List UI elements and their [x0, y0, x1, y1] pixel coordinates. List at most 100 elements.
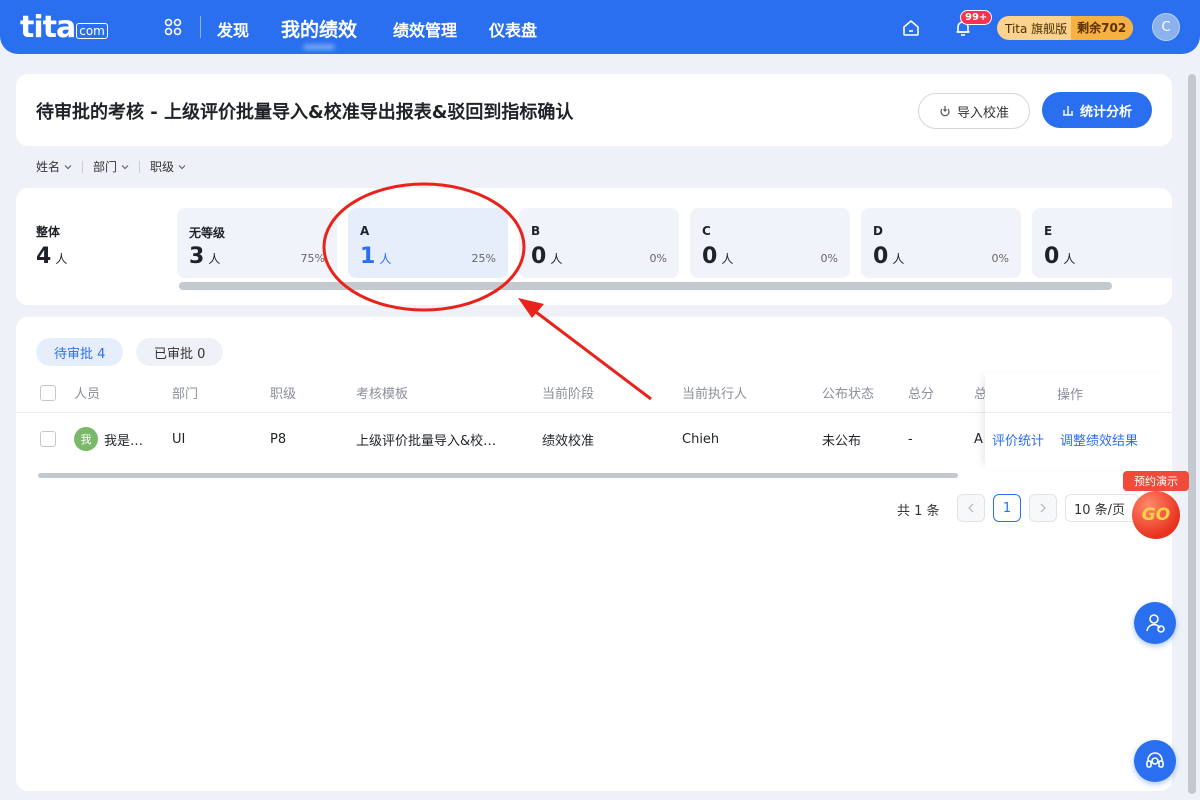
filter-divider: [139, 160, 141, 173]
cell-total-score: -: [908, 431, 913, 447]
grade-overall-label: 整体: [36, 225, 61, 239]
apps-grid-icon[interactable]: [164, 18, 182, 36]
grade-label: E: [1044, 224, 1053, 238]
plan-badge[interactable]: Tita 旗舰版 剩余702天: [997, 16, 1133, 40]
column-header-person: 人员: [74, 387, 101, 402]
cell-stage: 绩效校准: [542, 433, 595, 449]
grade-unit: 人: [379, 252, 392, 266]
grade-unit: 人: [1063, 252, 1076, 266]
logo-main: tita: [20, 10, 76, 45]
import-calibration-button[interactable]: 导入校准: [918, 93, 1030, 129]
grade-count: 0: [1044, 244, 1060, 269]
select-all-checkbox[interactable]: [40, 384, 56, 401]
grade-label: B: [531, 224, 541, 238]
filter-name-label: 姓名: [36, 160, 61, 174]
person-name: 我是…: [104, 433, 144, 449]
nav-performance-management[interactable]: 绩效管理: [393, 17, 457, 41]
column-header-actions: 操作: [1057, 387, 1084, 403]
customer-service-button[interactable]: [1134, 740, 1176, 782]
chevron-down-icon: [178, 164, 186, 169]
pagination-total: 共 1 条: [897, 504, 940, 519]
grade-box-d[interactable]: D 0人 0%: [861, 208, 1021, 278]
grade-horizontal-scrollbar[interactable]: [179, 282, 1112, 290]
page-scrollbar[interactable]: [1188, 74, 1196, 794]
grade-percent: 0%: [649, 252, 667, 265]
adjust-result-link[interactable]: 调整绩效结果: [1060, 430, 1138, 449]
cell-person: 我 我是…: [74, 413, 143, 465]
grade-percent: 0%: [991, 252, 1009, 265]
cell-total-grade: A: [974, 431, 983, 447]
grade-unit: 人: [550, 252, 563, 266]
grade-distribution-card: 整体 4人 无等级 3人 75% A 1人 25% B 0人 0% C 0人 0…: [16, 188, 1172, 305]
grade-overall-count: 4: [36, 244, 52, 269]
user-avatar[interactable]: C: [1152, 13, 1180, 41]
grade-overall[interactable]: 整体 4人: [36, 223, 67, 269]
filter-department[interactable]: 部门: [93, 158, 129, 175]
grade-count: 0: [531, 244, 547, 269]
top-navigation-bar: tita com 发现 我的绩效 绩效管理 仪表盘 99+ Tita 旗舰版 剩…: [0, 0, 1200, 54]
nav-divider: [200, 16, 201, 38]
grade-count: 0: [873, 244, 889, 269]
cell-level: P8: [270, 431, 287, 447]
plan-remaining: 剩余702天: [1071, 16, 1133, 40]
bar-chart-icon: [1062, 106, 1073, 116]
grade-label: 无等级: [189, 226, 226, 240]
grade-box-a[interactable]: A 1人 25%: [348, 208, 508, 278]
prev-page-button[interactable]: [957, 494, 985, 522]
avatar: 我: [74, 427, 98, 451]
plan-label: Tita 旗舰版: [1005, 21, 1068, 36]
tita-logo[interactable]: tita com: [20, 10, 108, 45]
tab-pending[interactable]: 待审批 4: [36, 338, 124, 366]
cell-template: 上级评价批量导入&校…: [356, 433, 497, 449]
grade-box-b[interactable]: B 0人 0%: [519, 208, 679, 278]
tab-approved[interactable]: 已审批 0: [136, 338, 224, 366]
go-icon: GO: [1132, 491, 1180, 539]
column-header-publish-status: 公布状态: [822, 387, 875, 402]
grade-box-c[interactable]: C 0人 0%: [690, 208, 850, 278]
notification-badge: 99+: [960, 10, 993, 25]
page-header-card: 待审批的考核 - 上级评价批量导入&校准导出报表&驳回到指标确认 导入校准 统计…: [16, 74, 1172, 146]
grade-unit: 人: [721, 252, 734, 266]
book-demo-widget[interactable]: 预约演示 GO: [1121, 471, 1191, 543]
grade-unit: 人: [208, 252, 221, 266]
page-title: 待审批的考核 - 上级评价批量导入&校准导出报表&驳回到指标确认: [36, 102, 574, 123]
grade-count: 0: [702, 244, 718, 269]
row-checkbox[interactable]: [40, 431, 56, 447]
table-horizontal-scrollbar[interactable]: [38, 473, 958, 478]
evaluation-stats-link[interactable]: 评价统计: [992, 430, 1044, 449]
filter-name[interactable]: 姓名: [36, 158, 72, 175]
grade-unit: 人: [892, 252, 905, 266]
filter-bar: 姓名 部门 职级: [36, 158, 186, 175]
next-page-button[interactable]: [1029, 494, 1057, 522]
grade-box-none[interactable]: 无等级 3人 75%: [177, 208, 337, 278]
stats-button-label: 统计分析: [1079, 104, 1132, 120]
grade-count: 1: [360, 244, 376, 269]
nav-dashboard[interactable]: 仪表盘: [489, 17, 537, 41]
statistics-analysis-button[interactable]: 统计分析: [1042, 92, 1152, 128]
filter-level-label: 职级: [150, 160, 175, 174]
grade-box-e[interactable]: E 0人: [1032, 208, 1172, 278]
grade-label: A: [360, 224, 370, 238]
column-header-executor: 当前执行人: [682, 387, 748, 402]
import-icon: [940, 106, 950, 117]
review-list-card: 待审批 4 已审批 0 人员 部门 职级 考核模板 当前阶段 当前执行人 公布状…: [16, 317, 1172, 791]
filter-department-label: 部门: [93, 160, 118, 174]
add-contact-button[interactable]: [1134, 602, 1176, 644]
book-demo-label: 预约演示: [1123, 471, 1189, 491]
grade-overall-unit: 人: [55, 252, 68, 266]
grade-percent: 75%: [300, 252, 325, 265]
grade-label: C: [702, 224, 711, 238]
chevron-right-icon: [1040, 503, 1046, 513]
nav-my-performance[interactable]: 我的绩效: [281, 15, 357, 42]
page-number-button[interactable]: 1: [993, 494, 1021, 522]
chevron-down-icon: [64, 164, 72, 169]
column-header-department: 部门: [172, 387, 199, 402]
headset-icon: [1146, 752, 1164, 768]
filter-level[interactable]: 职级: [150, 158, 186, 175]
operations-column: 操作 评价统计 调整绩效结果: [985, 373, 1172, 469]
home-icon[interactable]: [901, 18, 921, 38]
nav-discover[interactable]: 发现: [217, 17, 249, 41]
filter-divider: [82, 160, 84, 173]
column-header-total-score: 总分: [908, 387, 935, 402]
grade-count: 3: [189, 244, 205, 269]
